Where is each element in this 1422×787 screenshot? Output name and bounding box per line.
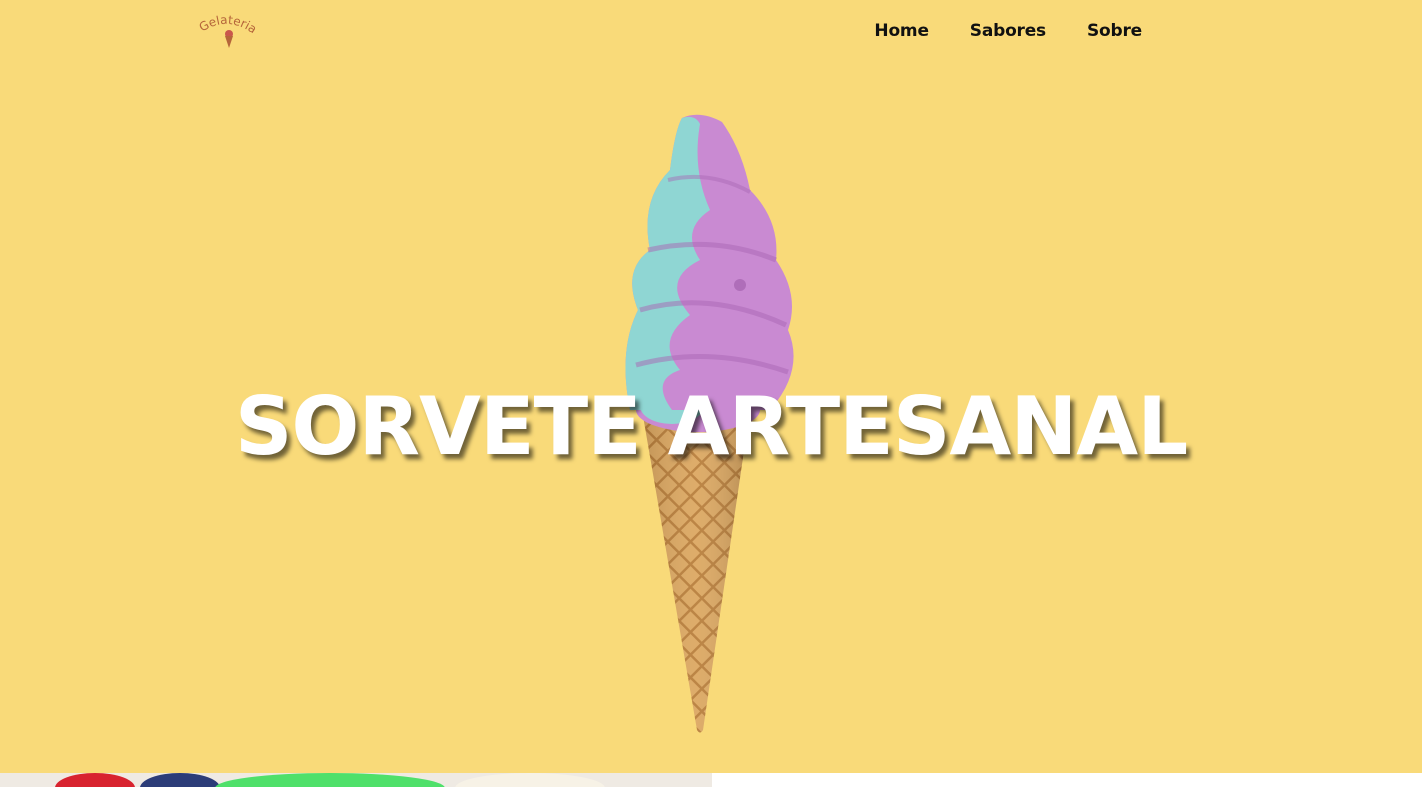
flavors-image <box>0 773 712 787</box>
nav-sabores[interactable]: Sabores <box>970 21 1046 41</box>
hero-title: SORVETE ARTESANAL <box>234 380 1188 473</box>
nav-sobre[interactable]: Sobre <box>1087 21 1142 41</box>
nav-home[interactable]: Home <box>874 21 929 41</box>
ice-cream-logo-icon: Gelateria <box>198 13 259 48</box>
content-preview-strip <box>0 773 1422 787</box>
content-panel <box>712 773 1422 787</box>
gelateria-logo[interactable]: Gelateria <box>198 12 260 52</box>
site-header: Gelateria Home Sabores Sobre <box>0 0 1422 64</box>
main-nav: Home Sabores Sobre <box>874 21 1142 41</box>
